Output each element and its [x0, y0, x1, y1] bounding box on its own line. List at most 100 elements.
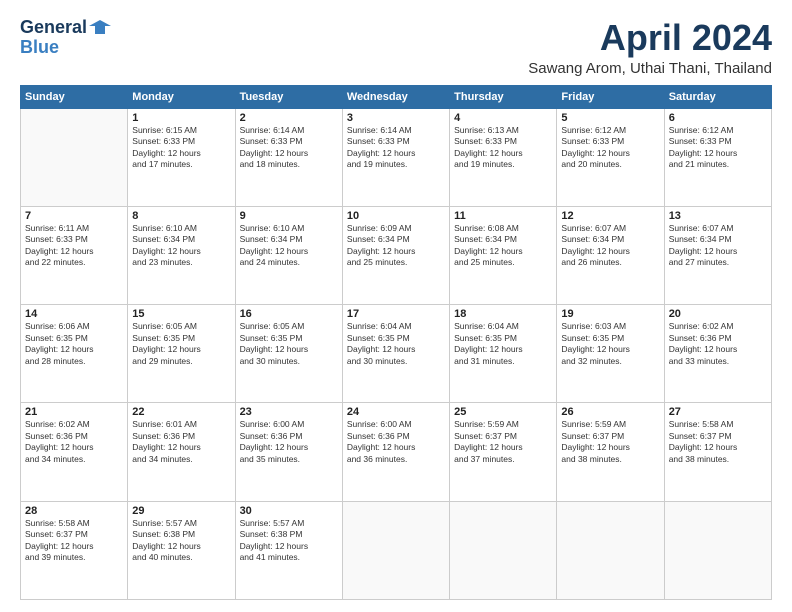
- calendar-cell: 21Sunrise: 6:02 AM Sunset: 6:36 PM Dayli…: [21, 403, 128, 501]
- logo-blue: Blue: [20, 38, 59, 58]
- day-info: Sunrise: 6:04 AM Sunset: 6:35 PM Dayligh…: [454, 321, 552, 367]
- day-info: Sunrise: 6:07 AM Sunset: 6:34 PM Dayligh…: [669, 223, 767, 269]
- day-info: Sunrise: 5:57 AM Sunset: 6:38 PM Dayligh…: [132, 518, 230, 564]
- day-number: 5: [561, 112, 659, 124]
- day-info: Sunrise: 6:00 AM Sunset: 6:36 PM Dayligh…: [347, 419, 445, 465]
- weekday-header-friday: Friday: [557, 85, 664, 108]
- day-number: 29: [132, 505, 230, 517]
- logo-bird-icon: [89, 16, 111, 38]
- calendar-cell: 27Sunrise: 5:58 AM Sunset: 6:37 PM Dayli…: [664, 403, 771, 501]
- calendar-cell: 23Sunrise: 6:00 AM Sunset: 6:36 PM Dayli…: [235, 403, 342, 501]
- day-number: 1: [132, 112, 230, 124]
- day-number: 12: [561, 210, 659, 222]
- calendar-cell: 25Sunrise: 5:59 AM Sunset: 6:37 PM Dayli…: [450, 403, 557, 501]
- calendar-header: SundayMondayTuesdayWednesdayThursdayFrid…: [21, 85, 772, 108]
- calendar-cell: [21, 108, 128, 206]
- calendar-body: 1Sunrise: 6:15 AM Sunset: 6:33 PM Daylig…: [21, 108, 772, 599]
- day-number: 7: [25, 210, 123, 222]
- day-info: Sunrise: 6:10 AM Sunset: 6:34 PM Dayligh…: [132, 223, 230, 269]
- day-info: Sunrise: 6:12 AM Sunset: 6:33 PM Dayligh…: [561, 125, 659, 171]
- day-number: 16: [240, 308, 338, 320]
- calendar-cell: 5Sunrise: 6:12 AM Sunset: 6:33 PM Daylig…: [557, 108, 664, 206]
- calendar-cell: 8Sunrise: 6:10 AM Sunset: 6:34 PM Daylig…: [128, 206, 235, 304]
- day-number: 2: [240, 112, 338, 124]
- weekday-header-sunday: Sunday: [21, 85, 128, 108]
- calendar-cell: 14Sunrise: 6:06 AM Sunset: 6:35 PM Dayli…: [21, 305, 128, 403]
- header: General Blue April 2024 Sawang Arom, Uth…: [20, 18, 772, 77]
- calendar-cell: 26Sunrise: 5:59 AM Sunset: 6:37 PM Dayli…: [557, 403, 664, 501]
- day-info: Sunrise: 6:01 AM Sunset: 6:36 PM Dayligh…: [132, 419, 230, 465]
- day-info: Sunrise: 6:08 AM Sunset: 6:34 PM Dayligh…: [454, 223, 552, 269]
- day-number: 28: [25, 505, 123, 517]
- weekday-header-monday: Monday: [128, 85, 235, 108]
- calendar-cell: 24Sunrise: 6:00 AM Sunset: 6:36 PM Dayli…: [342, 403, 449, 501]
- calendar-cell: 12Sunrise: 6:07 AM Sunset: 6:34 PM Dayli…: [557, 206, 664, 304]
- day-info: Sunrise: 6:12 AM Sunset: 6:33 PM Dayligh…: [669, 125, 767, 171]
- calendar-week-row: 7Sunrise: 6:11 AM Sunset: 6:33 PM Daylig…: [21, 206, 772, 304]
- calendar-cell: 13Sunrise: 6:07 AM Sunset: 6:34 PM Dayli…: [664, 206, 771, 304]
- weekday-header-tuesday: Tuesday: [235, 85, 342, 108]
- calendar-cell: 28Sunrise: 5:58 AM Sunset: 6:37 PM Dayli…: [21, 501, 128, 599]
- day-number: 27: [669, 406, 767, 418]
- title-block: April 2024 Sawang Arom, Uthai Thani, Tha…: [528, 18, 772, 77]
- day-number: 18: [454, 308, 552, 320]
- page: General Blue April 2024 Sawang Arom, Uth…: [0, 0, 792, 612]
- calendar-week-row: 21Sunrise: 6:02 AM Sunset: 6:36 PM Dayli…: [21, 403, 772, 501]
- calendar-cell: 3Sunrise: 6:14 AM Sunset: 6:33 PM Daylig…: [342, 108, 449, 206]
- calendar-cell: [342, 501, 449, 599]
- calendar-cell: 1Sunrise: 6:15 AM Sunset: 6:33 PM Daylig…: [128, 108, 235, 206]
- day-number: 4: [454, 112, 552, 124]
- calendar-cell: [557, 501, 664, 599]
- day-info: Sunrise: 6:05 AM Sunset: 6:35 PM Dayligh…: [132, 321, 230, 367]
- calendar-cell: 22Sunrise: 6:01 AM Sunset: 6:36 PM Dayli…: [128, 403, 235, 501]
- day-number: 26: [561, 406, 659, 418]
- calendar-cell: 16Sunrise: 6:05 AM Sunset: 6:35 PM Dayli…: [235, 305, 342, 403]
- day-info: Sunrise: 5:59 AM Sunset: 6:37 PM Dayligh…: [454, 419, 552, 465]
- calendar-cell: 17Sunrise: 6:04 AM Sunset: 6:35 PM Dayli…: [342, 305, 449, 403]
- day-info: Sunrise: 6:00 AM Sunset: 6:36 PM Dayligh…: [240, 419, 338, 465]
- day-info: Sunrise: 6:03 AM Sunset: 6:35 PM Dayligh…: [561, 321, 659, 367]
- weekday-header-saturday: Saturday: [664, 85, 771, 108]
- day-number: 8: [132, 210, 230, 222]
- calendar-cell: 29Sunrise: 5:57 AM Sunset: 6:38 PM Dayli…: [128, 501, 235, 599]
- day-info: Sunrise: 6:09 AM Sunset: 6:34 PM Dayligh…: [347, 223, 445, 269]
- day-info: Sunrise: 5:58 AM Sunset: 6:37 PM Dayligh…: [669, 419, 767, 465]
- day-number: 19: [561, 308, 659, 320]
- calendar-cell: 18Sunrise: 6:04 AM Sunset: 6:35 PM Dayli…: [450, 305, 557, 403]
- day-number: 9: [240, 210, 338, 222]
- day-number: 13: [669, 210, 767, 222]
- calendar-cell: 9Sunrise: 6:10 AM Sunset: 6:34 PM Daylig…: [235, 206, 342, 304]
- calendar-cell: 10Sunrise: 6:09 AM Sunset: 6:34 PM Dayli…: [342, 206, 449, 304]
- calendar-cell: 6Sunrise: 6:12 AM Sunset: 6:33 PM Daylig…: [664, 108, 771, 206]
- location-title: Sawang Arom, Uthai Thani, Thailand: [528, 60, 772, 77]
- day-number: 14: [25, 308, 123, 320]
- day-info: Sunrise: 6:02 AM Sunset: 6:36 PM Dayligh…: [25, 419, 123, 465]
- day-info: Sunrise: 6:07 AM Sunset: 6:34 PM Dayligh…: [561, 223, 659, 269]
- day-info: Sunrise: 6:15 AM Sunset: 6:33 PM Dayligh…: [132, 125, 230, 171]
- day-number: 23: [240, 406, 338, 418]
- day-number: 24: [347, 406, 445, 418]
- calendar-week-row: 14Sunrise: 6:06 AM Sunset: 6:35 PM Dayli…: [21, 305, 772, 403]
- day-number: 20: [669, 308, 767, 320]
- weekday-header-wednesday: Wednesday: [342, 85, 449, 108]
- calendar-cell: 19Sunrise: 6:03 AM Sunset: 6:35 PM Dayli…: [557, 305, 664, 403]
- day-info: Sunrise: 6:10 AM Sunset: 6:34 PM Dayligh…: [240, 223, 338, 269]
- day-number: 22: [132, 406, 230, 418]
- day-info: Sunrise: 6:06 AM Sunset: 6:35 PM Dayligh…: [25, 321, 123, 367]
- calendar-cell: 4Sunrise: 6:13 AM Sunset: 6:33 PM Daylig…: [450, 108, 557, 206]
- weekday-header-row: SundayMondayTuesdayWednesdayThursdayFrid…: [21, 85, 772, 108]
- calendar-cell: 7Sunrise: 6:11 AM Sunset: 6:33 PM Daylig…: [21, 206, 128, 304]
- day-number: 15: [132, 308, 230, 320]
- calendar-week-row: 28Sunrise: 5:58 AM Sunset: 6:37 PM Dayli…: [21, 501, 772, 599]
- weekday-header-thursday: Thursday: [450, 85, 557, 108]
- day-info: Sunrise: 5:57 AM Sunset: 6:38 PM Dayligh…: [240, 518, 338, 564]
- calendar-week-row: 1Sunrise: 6:15 AM Sunset: 6:33 PM Daylig…: [21, 108, 772, 206]
- calendar-cell: [664, 501, 771, 599]
- day-number: 17: [347, 308, 445, 320]
- calendar-cell: [450, 501, 557, 599]
- day-number: 25: [454, 406, 552, 418]
- month-title: April 2024: [528, 18, 772, 58]
- day-info: Sunrise: 6:11 AM Sunset: 6:33 PM Dayligh…: [25, 223, 123, 269]
- day-number: 6: [669, 112, 767, 124]
- day-info: Sunrise: 6:14 AM Sunset: 6:33 PM Dayligh…: [240, 125, 338, 171]
